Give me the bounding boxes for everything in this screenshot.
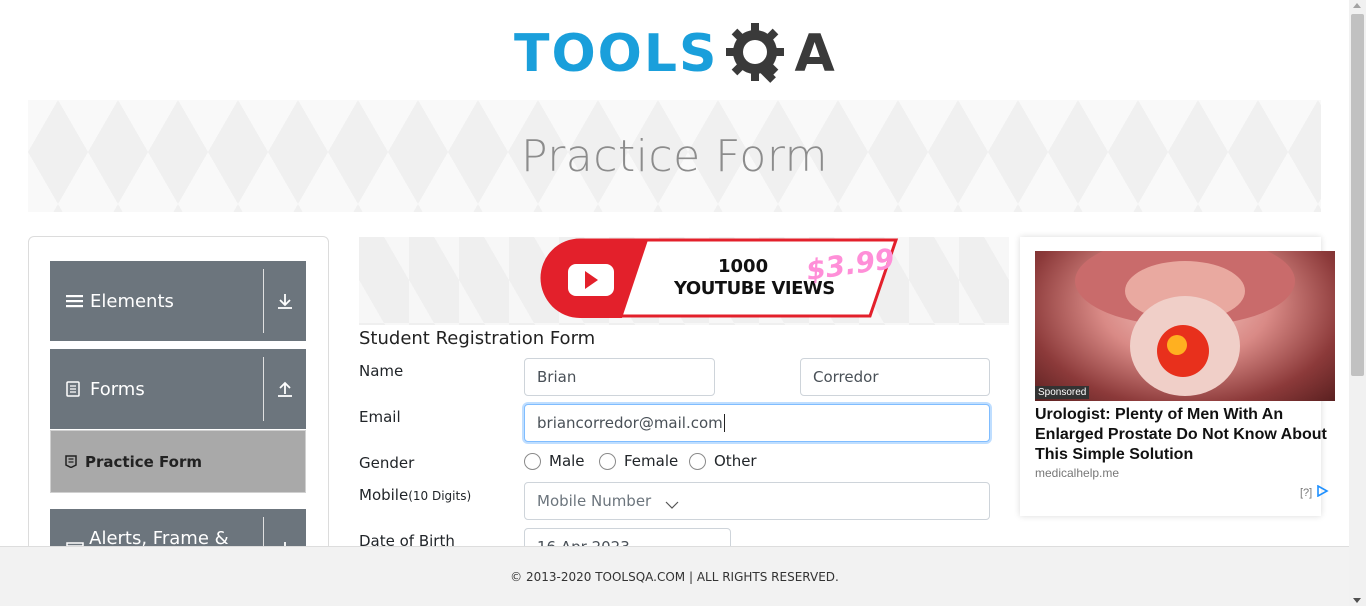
divider — [263, 269, 264, 333]
last-name-input[interactable]: Corredor — [800, 358, 990, 396]
document-icon — [66, 381, 88, 397]
chevron-down-icon — [665, 495, 679, 513]
download-arrow-icon[interactable] — [274, 261, 296, 341]
email-value: briancorredor@mail.com — [537, 414, 723, 432]
logo-text-a: A — [794, 24, 835, 84]
gender-radio-female[interactable]: Female — [599, 452, 678, 470]
sidebar: Elements Forms Practice Form Alerts, Fra… — [28, 236, 329, 589]
email-label: Email — [359, 408, 401, 426]
mobile-label: Mobile(10 Digits) — [359, 486, 471, 504]
radio-label: Female — [624, 452, 679, 470]
name-label: Name — [359, 362, 404, 380]
scroll-up-arrow-icon[interactable] — [1353, 3, 1361, 8]
ad-line-1: 1000 — [718, 256, 769, 277]
last-name-value: Corredor — [813, 368, 879, 386]
radio-circle[interactable] — [524, 452, 541, 470]
sidebar-item-label: Practice Form — [85, 452, 202, 471]
gender-radio-male[interactable]: Male — [524, 452, 585, 470]
divider — [263, 357, 264, 421]
logo-text-tools: TOOLS — [514, 24, 719, 84]
page-banner: Practice Form — [28, 100, 1321, 212]
mobile-hint: (10 Digits) — [408, 489, 472, 503]
radio-label: Male — [549, 452, 585, 470]
vertical-scrollbar[interactable] — [1349, 0, 1366, 606]
ad-domain: medicalhelp.me — [1035, 466, 1120, 480]
radio-label: Other — [714, 452, 757, 470]
sidebar-item-practice-form[interactable]: Practice Form — [50, 430, 306, 493]
footer-text: © 2013-2020 TOOLSQA.COM | ALL RIGHTS RES… — [510, 569, 839, 584]
footer: © 2013-2020 TOOLSQA.COM | ALL RIGHTS RES… — [0, 546, 1349, 606]
hamburger-icon — [66, 293, 88, 309]
youtube-views-ad[interactable]: 1000 YOUTUBE VIEWS $3.99 — [540, 238, 900, 320]
gender-label: Gender — [359, 454, 415, 472]
mobile-label-text: Mobile — [359, 486, 409, 504]
first-name-input[interactable]: Brian — [524, 358, 715, 396]
gender-radio-other[interactable]: Other — [689, 452, 757, 470]
mobile-placeholder: Mobile Number — [537, 492, 652, 510]
ad-headline[interactable]: Urologist: Plenty of Men With An Enlarge… — [1035, 405, 1335, 465]
sponsored-badge: Sponsored — [1035, 386, 1090, 399]
upload-arrow-icon[interactable] — [274, 349, 296, 429]
email-input[interactable]: briancorredor@mail.com — [524, 404, 990, 442]
sidebar-group-elements[interactable]: Elements — [50, 261, 306, 341]
text-caret — [723, 414, 725, 432]
scroll-down-arrow-icon[interactable] — [1353, 598, 1361, 603]
form-icon — [65, 455, 85, 468]
radio-circle[interactable] — [599, 452, 616, 470]
ad-image[interactable] — [1035, 251, 1335, 401]
toolsqa-logo[interactable]: TOOLS A — [514, 16, 840, 92]
sidebar-group-label: Forms — [90, 378, 145, 400]
page: TOOLS A Practice Form Elements Forms Pra… — [0, 0, 1366, 606]
sidebar-group-label: Elements — [90, 290, 174, 312]
scrollbar-thumb[interactable] — [1351, 14, 1364, 376]
sponsored-ad[interactable]: Sponsored Urologist: Plenty of Men With … — [1020, 237, 1335, 516]
ad-info[interactable]: [?] — [1300, 484, 1330, 500]
ad-info-text: [?] — [1300, 486, 1313, 499]
logo-gear-q-icon — [722, 19, 792, 89]
page-title: Practice Form — [520, 130, 829, 182]
form-title: Student Registration Form — [359, 328, 596, 349]
mobile-input[interactable]: Mobile Number — [524, 482, 990, 520]
adchoices-icon[interactable] — [1316, 484, 1330, 500]
radio-circle[interactable] — [689, 452, 706, 470]
sidebar-group-forms[interactable]: Forms — [50, 349, 306, 429]
first-name-value: Brian — [537, 368, 577, 386]
